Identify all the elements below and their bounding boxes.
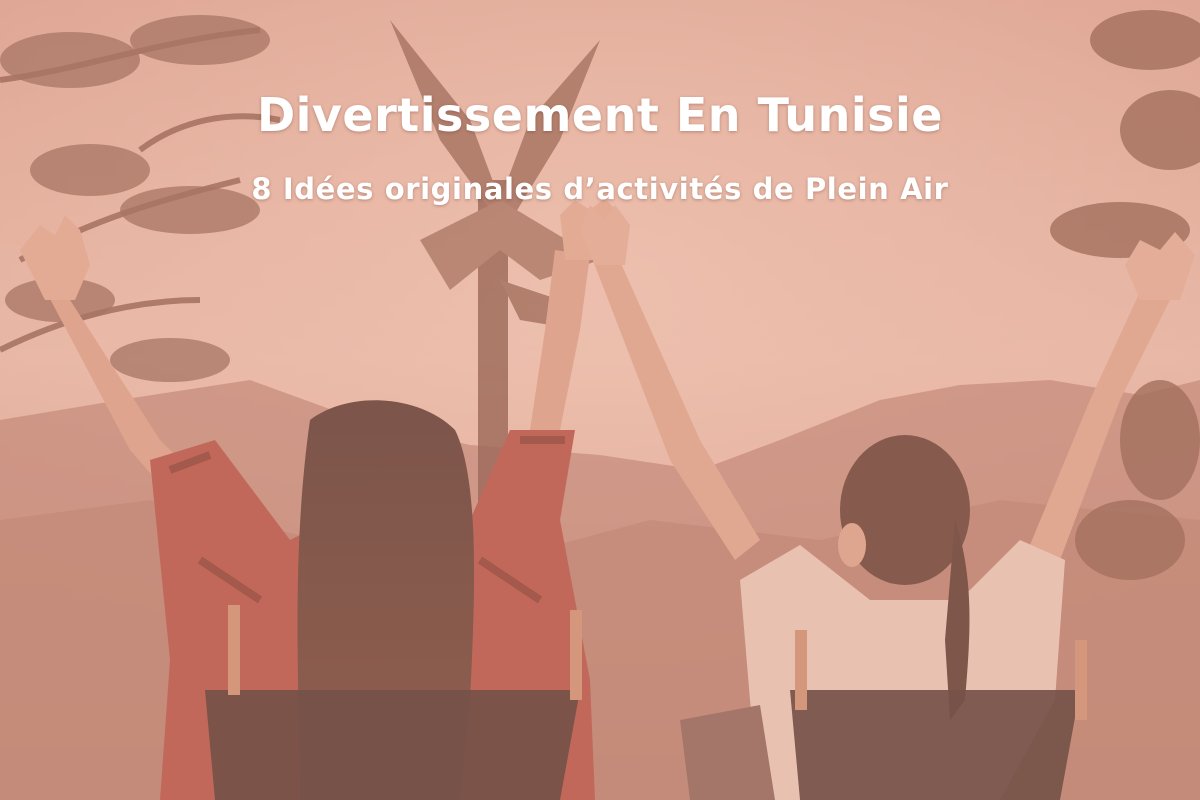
banner-subtitle: 8 Idées originales d’activités de Plein … bbox=[251, 172, 949, 206]
banner-title: Divertissement En Tunisie bbox=[256, 88, 944, 142]
hero-banner: Divertissement En Tunisie 8 Idées origin… bbox=[0, 0, 1200, 800]
